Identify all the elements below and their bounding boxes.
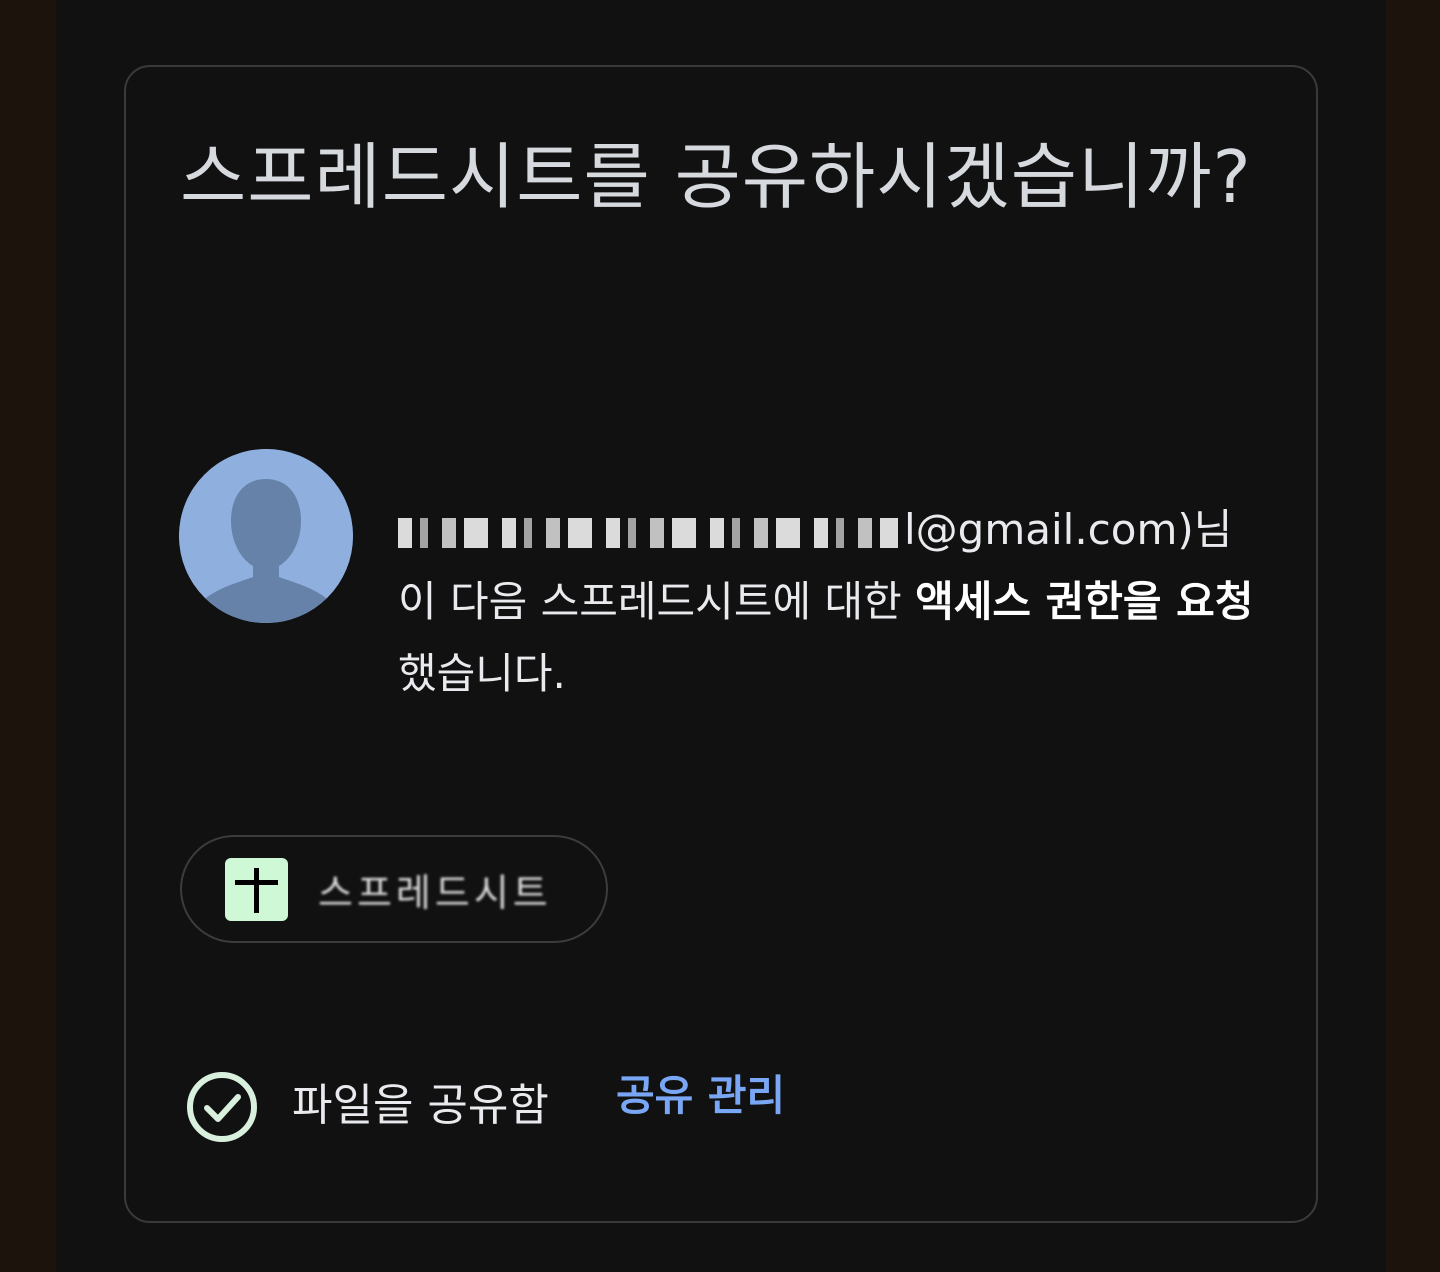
file-shared-label: 파일을 공유함: [292, 1080, 549, 1131]
redacted-requester-name: [398, 518, 898, 548]
person-icon: [179, 449, 353, 623]
file-name: 스프레드시트: [318, 870, 552, 915]
manage-sharing-link[interactable]: 공유 관리: [616, 1066, 785, 1126]
request-tail: 했습니다.: [398, 649, 566, 698]
google-sheets-icon: [225, 857, 288, 921]
file-chip[interactable]: 스프레드시트: [180, 835, 608, 943]
requester-avatar: [179, 449, 353, 623]
dialog-title: 스프레드시트를 공유하시겠습니까?: [180, 135, 1252, 219]
access-request-emphasis: 액세스 권한을 요청: [915, 577, 1254, 626]
request-text: 이 다음 스프레드시트에 대한: [398, 577, 916, 626]
access-request-message: l@gmail.com)님이 다음 스프레드시트에 대한 액세스 권한을 요청했…: [398, 494, 1258, 710]
requester-email: l@gmail.com)님: [904, 505, 1233, 554]
check-circle-icon: [187, 1072, 257, 1142]
